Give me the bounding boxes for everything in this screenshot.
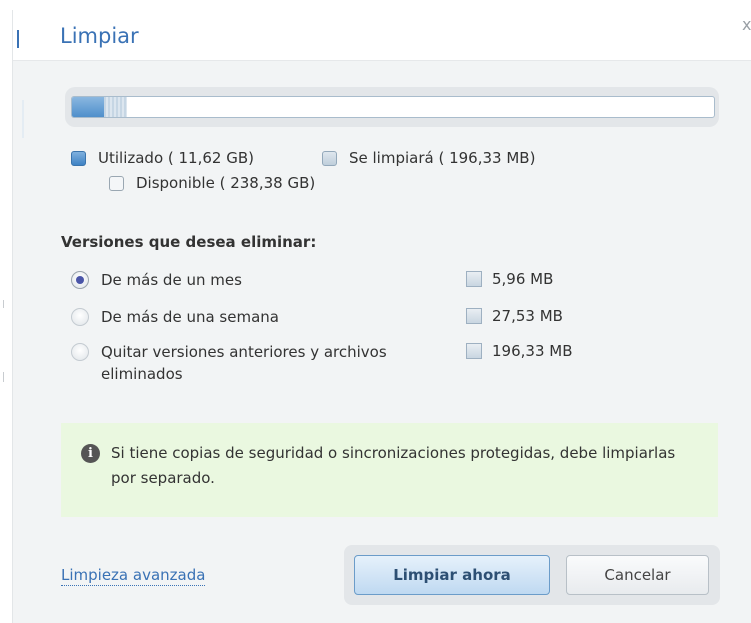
legend-to-clean-label: Se limpiará ( 196,33 MB)	[349, 149, 536, 167]
side-accent	[22, 100, 24, 138]
edge-tick	[3, 300, 4, 308]
option-week[interactable]: De más de una semana	[71, 306, 279, 328]
option-month-label: De más de un mes	[101, 271, 242, 289]
button-group: Limpiar ahora Cancelar	[344, 545, 720, 605]
info-text: Si tiene copias de seguridad o sincroniz…	[111, 444, 676, 487]
radio-all[interactable]	[71, 343, 89, 361]
radio-week[interactable]	[71, 308, 89, 326]
info-banner: i Si tiene copias de seguridad o sincron…	[61, 423, 718, 517]
option-week-label: De más de una semana	[101, 308, 279, 326]
legend-used: Utilizado ( 11,62 GB)	[71, 149, 254, 167]
option-month[interactable]: De más de un mes	[71, 269, 242, 291]
cleanup-dialog: Limpiar x Utilizado ( 11,62 GB) Se limpi…	[12, 10, 751, 623]
size-week-value: 27,53 MB	[492, 307, 563, 325]
legend-to-clean: Se limpiará ( 196,33 MB)	[322, 149, 535, 167]
storage-bar-frame	[65, 87, 719, 127]
cancel-button[interactable]: Cancelar	[566, 555, 709, 595]
used-swatch	[71, 150, 86, 166]
info-icon: i	[81, 444, 100, 463]
advanced-cleanup-link[interactable]: Limpieza avanzada	[61, 566, 206, 586]
legend-used-label: Utilizado ( 11,62 GB)	[98, 149, 254, 167]
size-all-value: 196,33 MB	[492, 342, 573, 360]
legend-free: Disponible ( 238,38 GB)	[109, 174, 315, 192]
dialog-header: Limpiar x	[13, 10, 751, 61]
radio-month[interactable]	[71, 271, 89, 289]
legend-free-label: Disponible ( 238,38 GB)	[136, 174, 316, 192]
storage-bar-used	[72, 97, 105, 117]
versions-label: Versiones que desea eliminar:	[61, 233, 317, 251]
size-swatch	[466, 308, 482, 324]
size-month: 5,96 MB	[466, 270, 553, 288]
option-all[interactable]: Quitar versiones anteriores y archivos e…	[71, 341, 411, 385]
size-swatch	[466, 343, 482, 359]
size-month-value: 5,96 MB	[492, 270, 554, 288]
storage-bar-to-clean	[104, 97, 127, 117]
edge-tick	[3, 372, 4, 382]
option-all-label: Quitar versiones anteriores y archivos e…	[101, 343, 387, 383]
storage-bar	[71, 96, 715, 118]
size-all: 196,33 MB	[466, 342, 573, 360]
size-swatch	[466, 271, 482, 287]
clean-now-button[interactable]: Limpiar ahora	[354, 555, 550, 595]
size-week: 27,53 MB	[466, 307, 563, 325]
header-accent	[17, 30, 19, 48]
close-icon[interactable]: x	[742, 15, 751, 34]
dialog-title: Limpiar	[60, 24, 139, 48]
to-clean-swatch	[322, 150, 337, 166]
free-swatch	[109, 175, 124, 191]
